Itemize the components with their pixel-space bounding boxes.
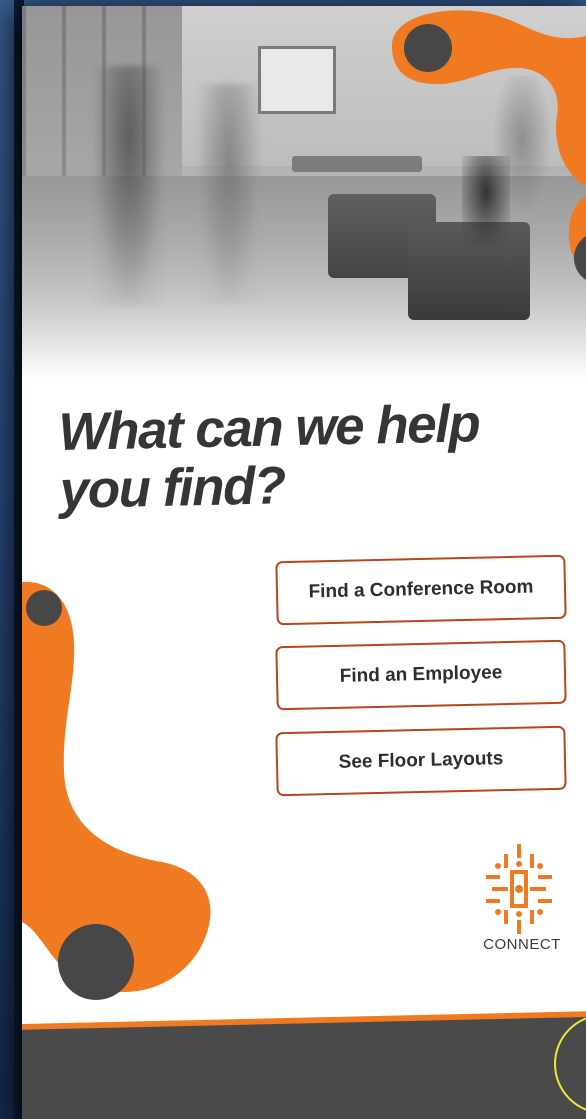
button-label: Find an Employee <box>339 662 503 687</box>
button-label: Find a Conference Room <box>308 576 534 603</box>
headline-line-2: you find? <box>59 456 286 520</box>
see-floor-layouts-button[interactable]: See Floor Layouts <box>275 725 567 797</box>
orange-blob-top-right <box>392 10 586 280</box>
photo-wall-frame <box>258 46 336 114</box>
bottom-dark-bar <box>22 1016 586 1119</box>
page-headline: What can we help you find? <box>58 394 560 520</box>
logo-wordmark: CONNECT <box>483 936 561 953</box>
button-label: See Floor Layouts <box>338 748 504 773</box>
orange-blob-left <box>22 581 211 1000</box>
find-conference-room-button[interactable]: Find a Conference Room <box>275 554 567 626</box>
connect-logo-icon <box>486 844 552 934</box>
photo-walking-person <box>198 84 260 304</box>
photo-walking-person <box>94 66 164 306</box>
find-employee-button[interactable]: Find an Employee <box>275 639 567 711</box>
headline-line-1: What can we help <box>57 394 480 462</box>
kiosk-screen: What can we help you find? Find a Confer… <box>22 6 586 1119</box>
connect-logo: CONNECT <box>466 844 578 974</box>
